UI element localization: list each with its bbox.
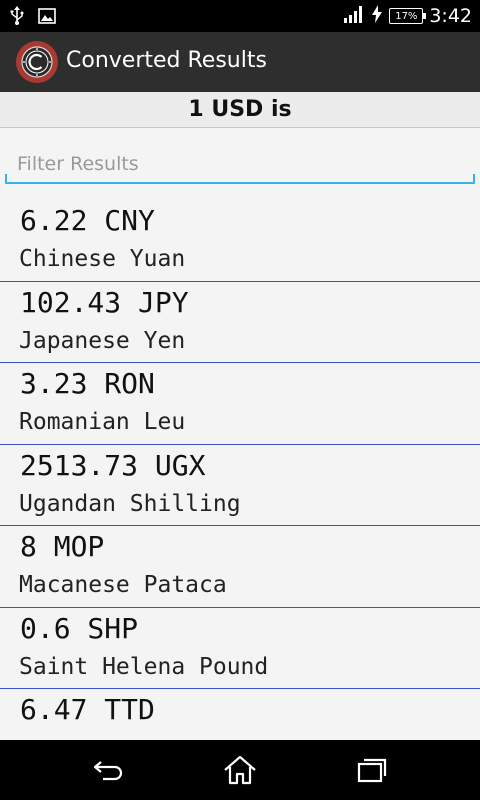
recent-apps-button[interactable] [342,750,402,790]
app-logo-icon[interactable] [16,41,58,83]
notification-icons [10,6,56,30]
converted-amount: 3.23 RON [20,367,155,400]
list-item[interactable]: 8 MOP Macanese Pataca [0,526,480,608]
results-list[interactable]: 6.22 CNY Chinese Yuan 102.43 JPY Japanes… [0,200,480,740]
recent-apps-icon [357,758,387,783]
page-title: Converted Results [66,48,267,73]
battery-icon: 17% [389,8,427,24]
home-button[interactable] [210,750,270,790]
list-item[interactable]: 0.6 SHP Saint Helena Pound [0,608,480,689]
currency-name: Japanese Yen [19,327,186,354]
base-currency-label: 1 USD is [188,97,292,122]
converted-amount: 8 MOP [20,530,105,563]
usb-icon [10,6,24,30]
converted-amount: 6.47 TTD [20,693,155,726]
charging-icon [371,5,383,27]
filter-field [5,140,475,184]
filter-input[interactable] [5,140,475,182]
currency-name: Macanese Pataca [19,572,227,598]
system-icons: 17% 3:42 [343,4,472,28]
navigation-bar [0,740,480,800]
list-item[interactable]: 6.22 CNY Chinese Yuan [0,200,480,282]
list-item[interactable]: 6.47 TTD [0,689,480,740]
converted-amount: 102.43 JPY [20,285,189,319]
battery-level: 17% [395,10,418,22]
currency-name: Romanian Leu [19,409,186,435]
currency-name: Saint Helena Pound [19,653,269,680]
list-item[interactable]: 3.23 RON Romanian Leu [0,363,480,445]
image-icon [38,8,56,28]
action-bar: Converted Results [0,32,480,92]
base-currency-header: 1 USD is [0,92,480,128]
clock: 3:42 [429,5,472,27]
converted-amount: 0.6 SHP [20,611,139,645]
list-item[interactable]: 2513.73 UGX Ugandan Shilling [0,445,480,526]
filter-underline-left [5,174,7,182]
home-icon [224,755,256,785]
status-bar: 17% 3:42 [0,0,480,32]
currency-name: Chinese Yuan [19,246,186,272]
currency-name: Ugandan Shilling [19,490,241,517]
converted-amount: 2513.73 UGX [20,448,206,482]
back-button[interactable] [78,750,138,790]
list-item[interactable]: 102.43 JPY Japanese Yen [0,282,480,363]
signal-icon [343,5,365,27]
filter-underline-right [473,174,475,182]
back-icon [93,761,123,781]
converted-amount: 6.22 CNY [20,204,155,237]
